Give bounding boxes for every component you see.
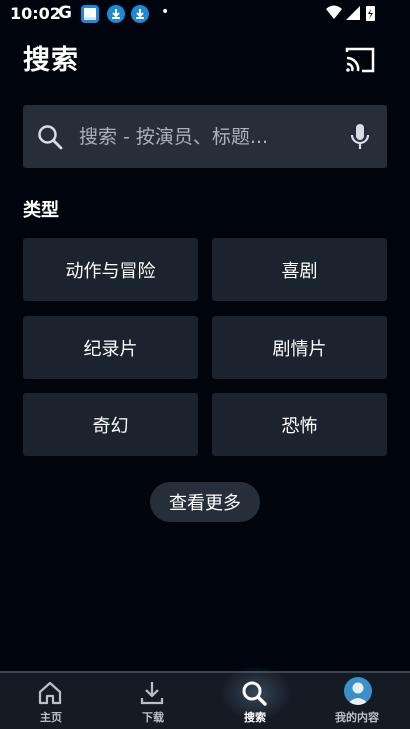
nav-downloads-label: 下载 [142, 711, 164, 724]
avatar-icon[interactable] [344, 677, 372, 705]
signal-icon [346, 6, 360, 20]
download-notification-icon [107, 5, 125, 23]
nav-search[interactable]: 搜索 [204, 665, 306, 729]
search-icon [38, 125, 63, 150]
status-bar: 10:02 G • [0, 0, 410, 28]
genre-horror[interactable]: 恐怖 [212, 393, 387, 456]
nav-home[interactable]: 主页 [0, 673, 102, 729]
status-time: 10:02 [10, 4, 61, 23]
home-icon [38, 681, 62, 705]
genre-fantasy[interactable]: 奇幻 [23, 393, 198, 456]
app-notification-icon [81, 5, 99, 23]
wifi-icon [326, 5, 342, 19]
page-title: 搜索 [23, 45, 79, 76]
microphone-icon[interactable] [349, 123, 371, 151]
genre-documentary[interactable]: 纪录片 [23, 316, 198, 379]
genre-action-adventure[interactable]: 动作与冒险 [23, 238, 198, 301]
see-more-button[interactable]: 查看更多 [150, 482, 260, 522]
notification-dot: • [161, 4, 170, 20]
search-input[interactable] [77, 121, 341, 153]
download-icon [140, 682, 164, 705]
genre-heading: 类型 [23, 200, 59, 221]
genre-drama[interactable]: 剧情片 [212, 316, 387, 379]
genre-comedy[interactable]: 喜剧 [212, 238, 387, 301]
system-icons [326, 4, 380, 26]
nav-home-label: 主页 [40, 711, 62, 724]
cast-icon[interactable] [344, 46, 376, 74]
google-icon: G [58, 3, 72, 23]
nav-my-stuff-label: 我的内容 [335, 711, 379, 724]
search-icon [242, 681, 267, 706]
download-notification-icon-2 [131, 5, 149, 23]
nav-downloads[interactable]: 下载 [102, 673, 204, 729]
search-bar[interactable] [23, 105, 387, 168]
nav-search-label: 搜索 [244, 711, 266, 724]
